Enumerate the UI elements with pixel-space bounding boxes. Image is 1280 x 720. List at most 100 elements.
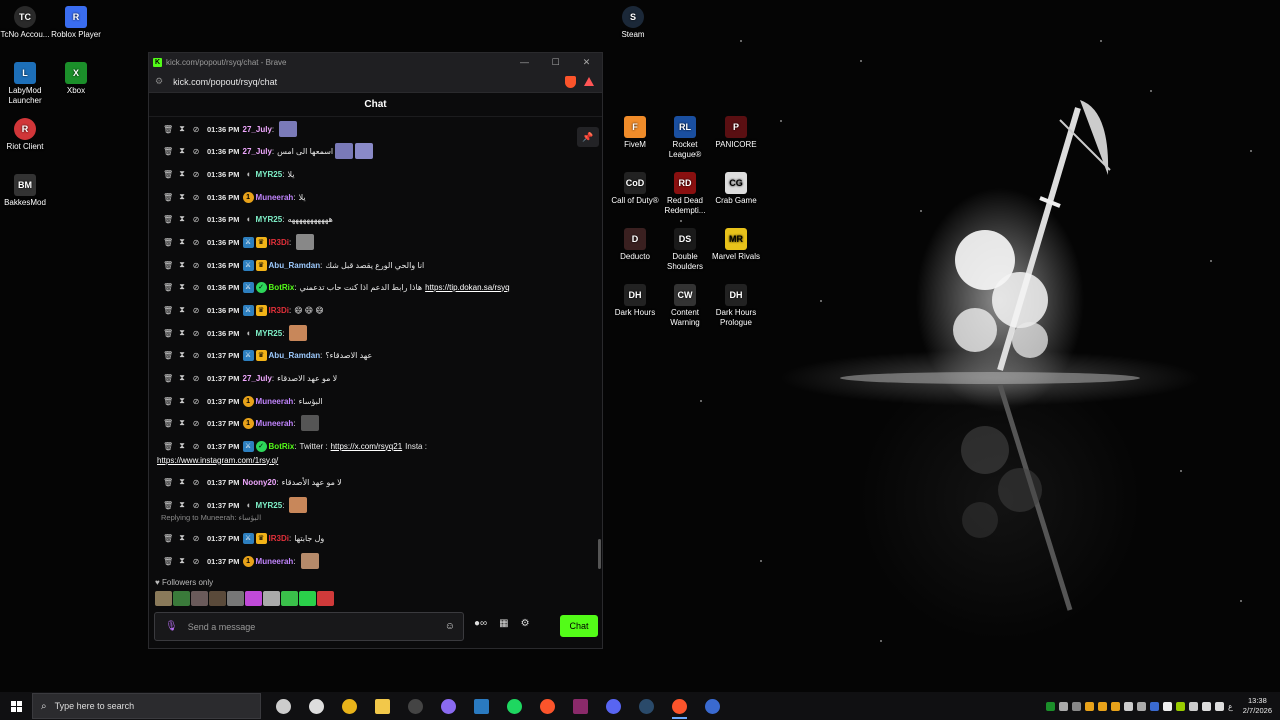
- window-titlebar[interactable]: K kick.com/popout/rsyq/chat - Brave — ☐ …: [149, 53, 602, 71]
- ban-icon[interactable]: ⊘: [191, 374, 201, 383]
- delete-icon[interactable]: 🗑: [149, 478, 173, 487]
- tray-icon[interactable]: [1059, 701, 1069, 711]
- chat-message[interactable]: 🗑 ⧗ ⊘ 01:36 PM ⚔ ✓ BotRix: هاذا رابط الدعم اذا …: [149, 279, 579, 295]
- timeout-icon[interactable]: ⧗: [177, 328, 187, 338]
- timeout-icon[interactable]: ⧗: [177, 350, 187, 360]
- chat-message[interactable]: 🗑 ⧗ ⊘ 01:37 PM 27_July: لا مو عهد الاصدقاء: [149, 370, 579, 386]
- chat-message[interactable]: 🗑 ⧗ ⊘ 01:36 PM 27_July: اسمعها الى امس: [149, 143, 579, 159]
- ban-icon[interactable]: ⊘: [191, 283, 201, 292]
- ban-icon[interactable]: ⊘: [191, 351, 201, 360]
- chat-message-input[interactable]: [187, 621, 428, 632]
- recent-emote[interactable]: [155, 591, 172, 606]
- message-link[interactable]: https://www.instagram.com/1rsy.q/: [157, 456, 278, 465]
- tray-icon[interactable]: [1137, 701, 1147, 711]
- taskbar-winrar-icon[interactable]: [564, 692, 597, 720]
- taskbar-app-network-icon[interactable]: [696, 692, 729, 720]
- desktop-icon-dark-hours[interactable]: DH Dark Hours: [608, 284, 662, 318]
- store-icon[interactable]: ▦: [499, 618, 508, 629]
- chat-username[interactable]: Muneerah: [256, 419, 294, 428]
- timeout-icon[interactable]: ⧗: [177, 556, 187, 566]
- desktop-icon-content-warning[interactable]: CW Content Warning: [658, 284, 712, 328]
- timeout-icon[interactable]: ⧗: [177, 533, 187, 543]
- tray-icon[interactable]: [1098, 701, 1108, 711]
- desktop-icon-call-of-duty-[interactable]: CoD Call of Duty®: [608, 172, 662, 206]
- chat-username[interactable]: Noony20: [243, 478, 277, 487]
- timeout-icon[interactable]: ⧗: [177, 260, 187, 270]
- brave-shields-icon[interactable]: [565, 75, 576, 88]
- chat-message[interactable]: 🗑 ⧗ ⊘ 01:37 PM 1 Muneerah:: [149, 415, 579, 431]
- ban-icon[interactable]: ⊘: [191, 534, 201, 543]
- chat-input-box[interactable]: 🎙 ☺: [154, 612, 464, 641]
- taskbar-clock[interactable]: 13:38 2/7/2026: [1243, 696, 1272, 716]
- chat-username[interactable]: 27_July: [243, 147, 272, 156]
- chat-username[interactable]: Abu_Ramdan: [269, 261, 321, 270]
- desktop-icon-riot[interactable]: R Riot Client: [0, 118, 52, 152]
- chat-settings-icon[interactable]: ⚙: [521, 618, 530, 629]
- chat-message[interactable]: 🗑 ⧗ ⊘ 01:37 PM 1 Muneerah: البؤساء: [149, 393, 579, 409]
- pin-icon[interactable]: 📌: [577, 127, 599, 147]
- maximize-button[interactable]: ☐: [540, 57, 571, 68]
- recent-emote[interactable]: [173, 591, 190, 606]
- ban-icon[interactable]: ⊘: [191, 306, 201, 315]
- nvidia-tray-icon[interactable]: [1176, 701, 1186, 711]
- chat-username[interactable]: MYR25: [256, 329, 283, 338]
- desktop-icon-steam[interactable]: S Steam: [606, 6, 660, 40]
- chat-message[interactable]: 🗑 ⧗ ⊘ 01:36 PM ◖ MYR25: هههههههههههه: [149, 211, 579, 227]
- timeout-icon[interactable]: ⧗: [177, 169, 187, 179]
- chat-username[interactable]: MYR25: [256, 215, 283, 224]
- message-link[interactable]: https://tip.dokan.sa/rsyq: [425, 283, 510, 292]
- chat-username[interactable]: BotRix: [269, 442, 295, 451]
- tray-icon[interactable]: [1072, 701, 1082, 711]
- ban-icon[interactable]: ⊘: [191, 170, 201, 179]
- address-url[interactable]: kick.com/popout/rsyq/chat: [173, 77, 277, 87]
- ban-icon[interactable]: ⊘: [191, 397, 201, 406]
- chat-username[interactable]: Muneerah: [256, 557, 294, 566]
- delete-icon[interactable]: 🗑: [149, 397, 173, 406]
- taskbar-discord-icon[interactable]: [597, 692, 630, 720]
- emoji-picker-icon[interactable]: ☺: [445, 621, 455, 632]
- ban-icon[interactable]: ⊘: [191, 557, 201, 566]
- chat-username[interactable]: Muneerah: [256, 397, 294, 406]
- delete-icon[interactable]: 🗑: [149, 283, 173, 292]
- chat-username[interactable]: Abu_Ramdan: [269, 351, 321, 360]
- chat-message[interactable]: 🗑 ⧗ ⊘ 01:36 PM 27_July:: [149, 121, 579, 137]
- ban-icon[interactable]: ⊘: [191, 478, 201, 487]
- delete-icon[interactable]: 🗑: [149, 193, 173, 202]
- timeout-icon[interactable]: ⧗: [177, 192, 187, 202]
- desktop-icon-roblox[interactable]: R Roblox Player: [49, 6, 103, 40]
- timeout-icon[interactable]: ⧗: [177, 214, 187, 224]
- chat-username[interactable]: Muneerah: [256, 193, 294, 202]
- desktop-icon-red-dead-redempti-[interactable]: RD Red Dead Redempti...: [658, 172, 712, 216]
- chat-username[interactable]: BotRix: [269, 283, 295, 292]
- recent-emote[interactable]: [227, 591, 244, 606]
- desktop-icon-deducto[interactable]: D Deducto: [608, 228, 662, 262]
- chat-message[interactable]: 🗑 ⧗ ⊘ 01:37 PM ◖ MYR25:: [149, 497, 579, 513]
- close-button[interactable]: ✕: [571, 57, 602, 68]
- tray-icon[interactable]: [1085, 701, 1095, 711]
- delete-icon[interactable]: 🗑: [149, 261, 173, 270]
- delete-icon[interactable]: 🗑: [149, 170, 173, 179]
- desktop-icon-rocket-league-[interactable]: RL Rocket League®: [658, 116, 712, 160]
- chat-message[interactable]: 🗑 ⧗ ⊘ 01:37 PM ⚔ ♛ IR3Di: ول جابتها: [149, 530, 579, 546]
- desktop-icon-tcno[interactable]: TC TcNo Accou...: [0, 6, 52, 40]
- tray-icon[interactable]: [1111, 701, 1121, 711]
- taskbar-brave-icon[interactable]: [531, 692, 564, 720]
- address-bar[interactable]: ⚙ kick.com/popout/rsyq/chat: [149, 71, 602, 93]
- timeout-icon[interactable]: ⧗: [177, 146, 187, 156]
- delete-icon[interactable]: 🗑: [149, 534, 173, 543]
- timeout-icon[interactable]: ⧗: [177, 500, 187, 510]
- ban-icon[interactable]: ⊘: [191, 193, 201, 202]
- chat-username[interactable]: IR3Di: [269, 238, 289, 247]
- microphone-tray-icon[interactable]: [1163, 701, 1173, 711]
- chat-message[interactable]: 🗑 ⧗ ⊘ 01:36 PM ⚔ ♛ IR3Di: 😄 😄 😄: [149, 302, 579, 318]
- recent-emote[interactable]: [263, 591, 280, 606]
- chat-username[interactable]: 27_July: [243, 374, 272, 383]
- recent-emote[interactable]: [281, 591, 298, 606]
- taskbar-discord-alt-icon[interactable]: [432, 692, 465, 720]
- delete-icon[interactable]: 🗑: [149, 147, 173, 156]
- chat-message[interactable]: 🗑 ⧗ ⊘ 01:36 PM 1 Muneerah: يلا: [149, 189, 579, 205]
- chat-message[interactable]: 🗑 ⧗ ⊘ 01:36 PM ◖ MYR25: يلا: [149, 166, 579, 182]
- start-button[interactable]: [0, 692, 32, 720]
- desktop-icon-bakkesmod[interactable]: BM BakkesMod: [0, 174, 52, 208]
- timeout-icon[interactable]: ⧗: [177, 373, 187, 383]
